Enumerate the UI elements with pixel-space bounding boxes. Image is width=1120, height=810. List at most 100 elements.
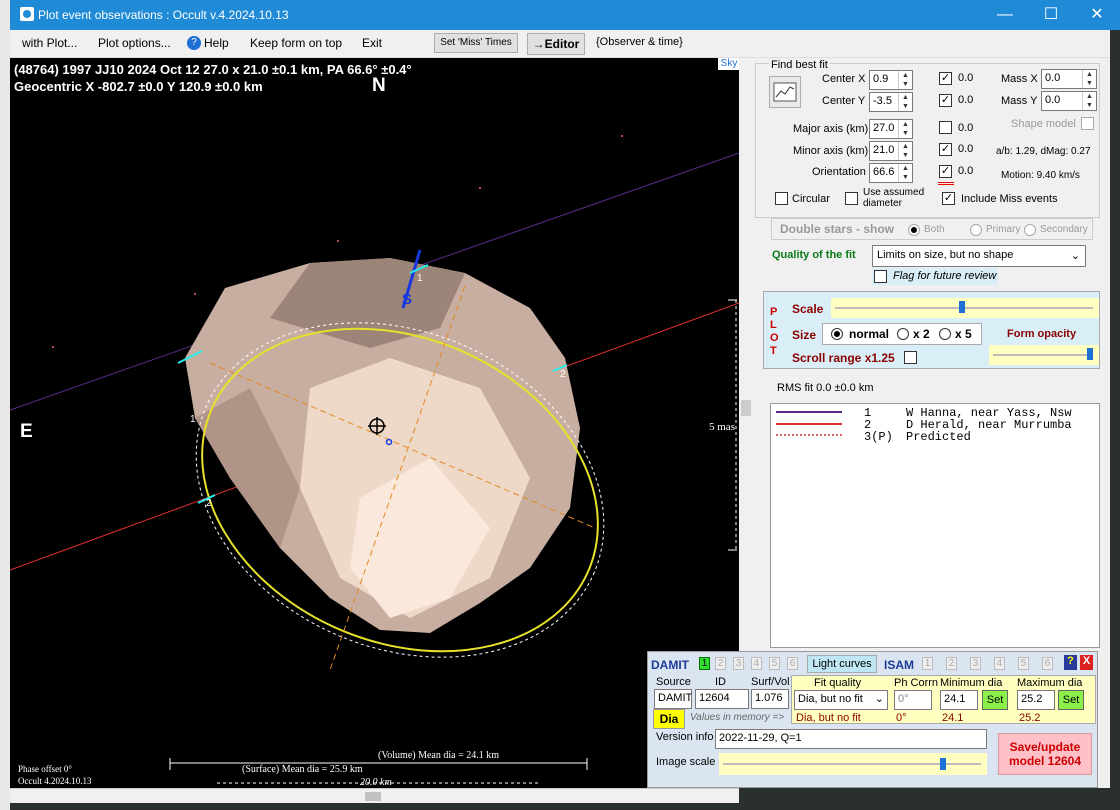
quality-select[interactable]: Limits on size, but no shape ⌄: [872, 245, 1086, 267]
legend-name-3: Predicted: [906, 430, 971, 444]
size-x2-radio[interactable]: [897, 328, 909, 340]
minor-delta: 0.0: [958, 143, 974, 155]
horizontal-scrollbar[interactable]: [10, 788, 739, 803]
both-radio[interactable]: [908, 224, 920, 236]
damit-model-6[interactable]: 6: [787, 657, 798, 670]
isam-model-4[interactable]: 4: [994, 657, 1005, 670]
fit-center-y-checkbox[interactable]: ✓: [939, 94, 952, 107]
scale-slider[interactable]: [831, 298, 1099, 318]
surf-vol-label: Surf/Vol: [751, 676, 790, 688]
image-scale-slider[interactable]: [719, 753, 987, 775]
plot-canvas[interactable]: (48764) 1997 JJ10 2024 Oct 12 27.0 x 21.…: [10, 58, 739, 788]
isam-model-6[interactable]: 6: [1042, 657, 1053, 670]
surface-diameter-label: (Surface) Mean dia = 25.9 km: [242, 764, 363, 775]
orientation-marker: [938, 182, 954, 185]
ph-corrn-field[interactable]: 0°: [894, 690, 932, 710]
min-dia-label: Minimum dia: [940, 677, 1003, 689]
min-dia-field[interactable]: 24.1: [940, 690, 978, 710]
chevron-down-icon: ⌄: [1070, 250, 1080, 262]
size-normal-radio[interactable]: [831, 328, 843, 340]
source-field[interactable]: DAMIT: [654, 689, 692, 709]
both-label: Both: [924, 224, 945, 235]
center-x-input[interactable]: 0.9 ▲ ▼: [869, 70, 913, 90]
damit-model-5[interactable]: 5: [769, 657, 780, 670]
sky-button[interactable]: Sky: [718, 58, 739, 70]
set-max-button[interactable]: Set: [1058, 690, 1084, 710]
damit-model-2[interactable]: 2: [715, 657, 726, 670]
form-opacity-label: Form opacity: [1007, 328, 1077, 340]
light-curves-button[interactable]: Light curves: [807, 655, 877, 673]
orientation-label: Orientation: [812, 166, 866, 178]
id-field[interactable]: 12604: [695, 689, 749, 709]
image-scale-label: Image scale: [656, 756, 716, 768]
ph-corrn-memory: 0°: [896, 712, 907, 724]
isam-model-2[interactable]: 2: [946, 657, 957, 670]
isam-model-3[interactable]: 3: [970, 657, 981, 670]
size-label: Size: [792, 328, 817, 342]
center-x-label: Center X: [822, 73, 866, 85]
panel-divider[interactable]: [741, 400, 751, 416]
fit-minor-checkbox[interactable]: ✓: [939, 143, 952, 156]
primary-radio[interactable]: [970, 224, 982, 236]
menu-with-plot[interactable]: with Plot...: [22, 36, 77, 50]
size-x2-label: x 2: [913, 327, 930, 341]
isam-model-1[interactable]: 1: [922, 657, 933, 670]
max-dia-field[interactable]: 25.2: [1017, 690, 1055, 710]
form-opacity-slider[interactable]: [989, 345, 1099, 365]
use-assumed-diameter-checkbox[interactable]: [845, 192, 858, 205]
scroll-range-checkbox[interactable]: [904, 351, 917, 364]
rms-fit-label: RMS fit 0.0 ±0.0 km: [777, 382, 874, 394]
size-x5-radio[interactable]: [939, 328, 951, 340]
major-axis-input[interactable]: 27.0 ▲ ▼: [869, 119, 913, 139]
chevron-down-icon: ⌄: [874, 693, 884, 705]
set-min-button[interactable]: Set: [982, 690, 1008, 710]
menu-exit[interactable]: Exit: [362, 36, 382, 50]
mas-scale-label: 5 mas: [709, 421, 735, 433]
shape-model-checkbox[interactable]: [1081, 117, 1094, 130]
fit-quality-memory: Dia, but no fit: [796, 712, 861, 724]
background-window-edge: [0, 0, 10, 810]
secondary-radio[interactable]: [1024, 224, 1036, 236]
surf-vol-field[interactable]: 1.076: [751, 689, 789, 709]
window-title: Plot event observations : Occult v.4.202…: [38, 8, 289, 22]
save-update-model-button[interactable]: Save/update model 12604: [998, 733, 1092, 775]
damit-model-3[interactable]: 3: [733, 657, 744, 670]
image-scale-thumb[interactable]: [940, 758, 946, 770]
fit-orientation-checkbox[interactable]: ✓: [939, 165, 952, 178]
editor-button[interactable]: →Editor: [527, 33, 585, 55]
menu-plot-options[interactable]: Plot options...: [98, 36, 171, 50]
center-y-input[interactable]: -3.5 ▲ ▼: [869, 92, 913, 112]
scroll-thumb[interactable]: [365, 792, 381, 801]
damit-model-4[interactable]: 4: [751, 657, 762, 670]
mass-x-input[interactable]: 0.0 ▲ ▼: [1041, 69, 1097, 89]
minimize-button[interactable]: —: [982, 0, 1028, 30]
set-miss-times-button[interactable]: Set 'Miss' Times: [434, 33, 518, 53]
volume-diameter-label: (Volume) Mean dia = 24.1 km: [378, 750, 499, 761]
primary-label: Primary: [986, 224, 1021, 235]
vertical-scrollbar[interactable]: [1100, 58, 1110, 648]
include-miss-checkbox[interactable]: ✓: [942, 192, 955, 205]
menu-keep-on-top[interactable]: Keep form on top: [250, 36, 342, 50]
damit-model-1[interactable]: 1: [699, 657, 710, 670]
mass-y-input[interactable]: 0.0 ▲ ▼: [1041, 91, 1097, 111]
damit-help-button[interactable]: ?: [1064, 655, 1077, 670]
minor-axis-input[interactable]: 21.0 ▲ ▼: [869, 141, 913, 161]
menu-help[interactable]: Help: [204, 36, 229, 50]
flag-review-checkbox[interactable]: [874, 270, 887, 283]
fit-quality-label: Fit quality: [814, 677, 862, 689]
orientation-input[interactable]: 66.6 ▲ ▼: [869, 163, 913, 183]
center-y-delta: 0.0: [958, 94, 974, 106]
dia-button[interactable]: Dia: [653, 709, 685, 729]
scale-slider-thumb[interactable]: [959, 301, 965, 313]
fit-major-checkbox[interactable]: [939, 121, 952, 134]
fit-quality-select[interactable]: Dia, but no fit ⌄: [794, 690, 888, 710]
maximize-button[interactable]: ☐: [1028, 0, 1074, 30]
version-info-field[interactable]: 2022-11-29, Q=1: [715, 729, 987, 749]
opacity-slider-thumb[interactable]: [1087, 348, 1093, 360]
damit-close-button[interactable]: X: [1080, 655, 1093, 670]
fit-center-x-checkbox[interactable]: ✓: [939, 72, 952, 85]
close-button[interactable]: ✕: [1074, 0, 1120, 30]
fit-chart-button[interactable]: [769, 76, 801, 108]
circular-checkbox[interactable]: [775, 192, 788, 205]
isam-model-5[interactable]: 5: [1018, 657, 1029, 670]
